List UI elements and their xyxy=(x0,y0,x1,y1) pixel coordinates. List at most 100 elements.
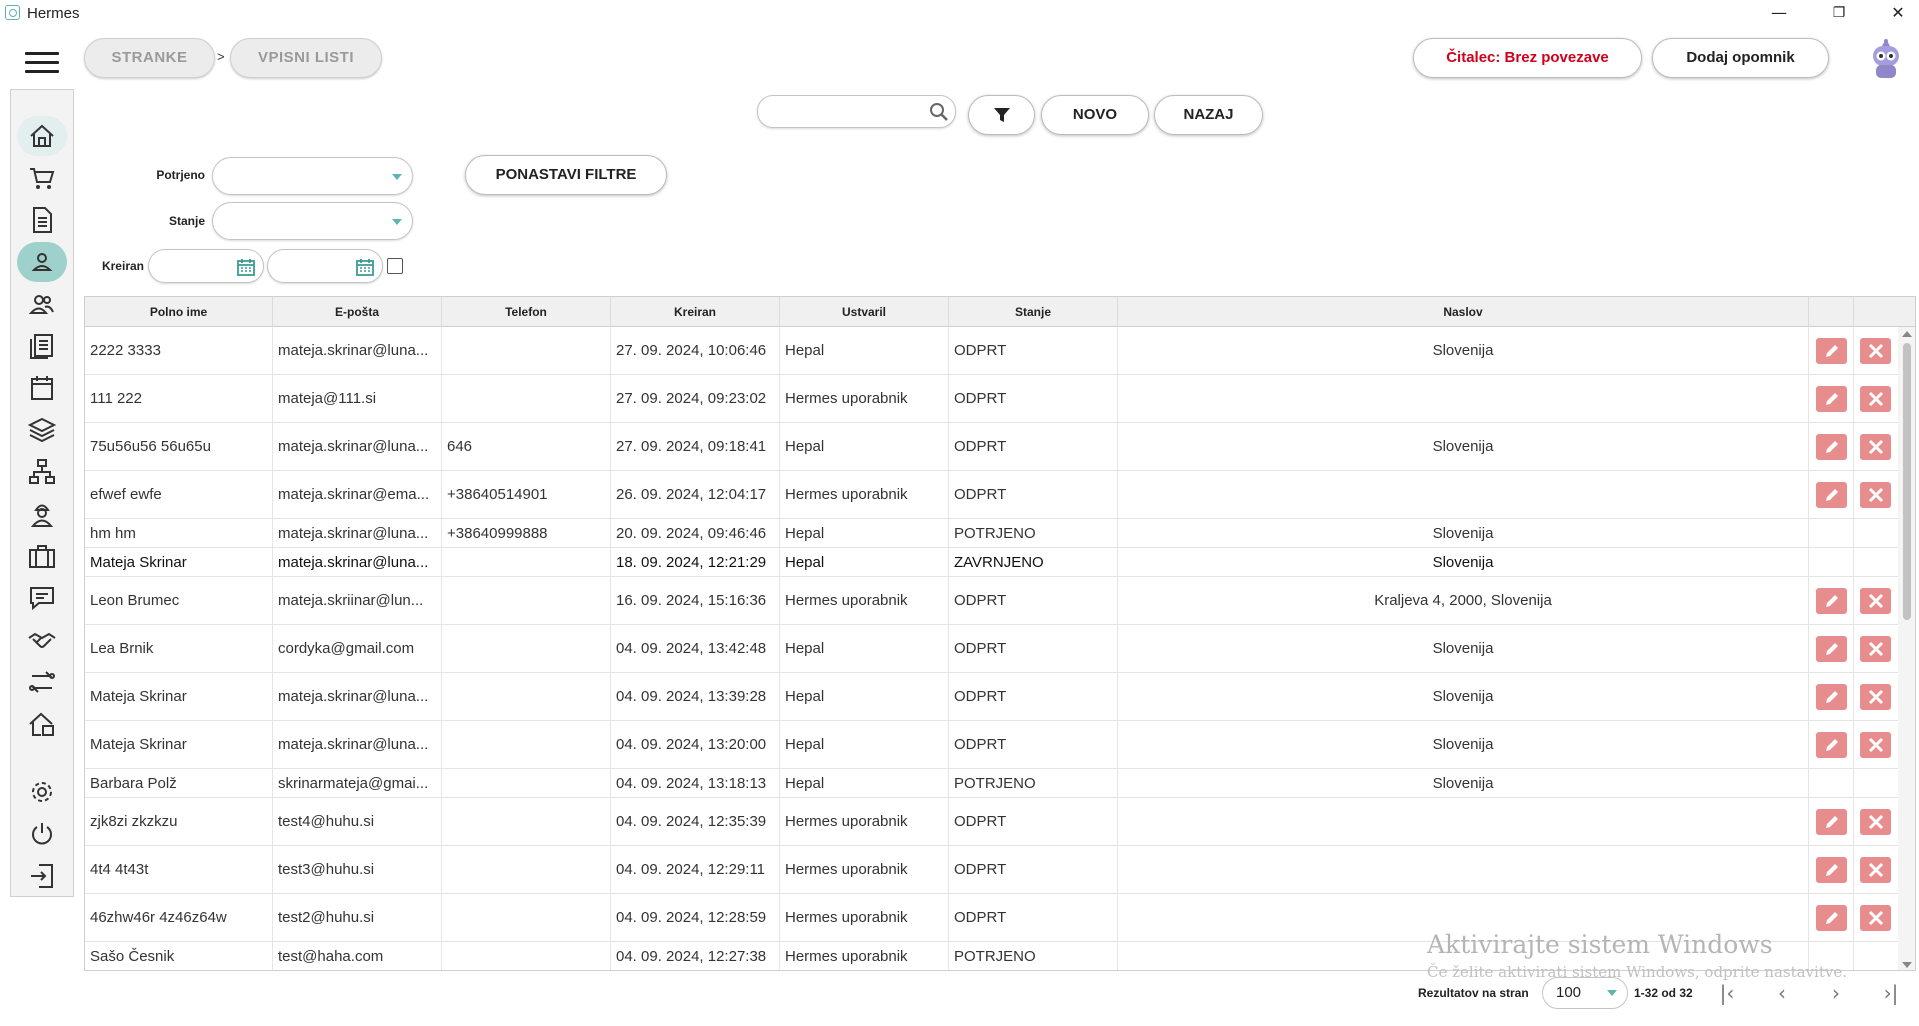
table-row[interactable]: 4t4 4t43t test3@huhu.si 04. 09. 2024, 12:2… xyxy=(85,846,1898,894)
vertical-scrollbar[interactable] xyxy=(1898,327,1915,970)
edit-icon[interactable] xyxy=(1816,482,1847,508)
restore-button[interactable]: ❐ xyxy=(1817,2,1861,24)
new-button[interactable]: NOVO xyxy=(1041,95,1149,135)
edit-icon[interactable] xyxy=(1816,905,1847,931)
table-row[interactable]: Mateja Skrinar mateja.skrinar@luna... 18. … xyxy=(85,548,1898,577)
menu-icon[interactable] xyxy=(25,52,59,74)
house-icon[interactable] xyxy=(17,704,67,744)
reset-filters-button[interactable]: PONASTAVI FILTRE xyxy=(465,155,667,195)
column-created[interactable]: Kreiran xyxy=(611,297,780,327)
table-row[interactable]: Mateja Skrinar mateja.skrinar@luna... 04. … xyxy=(85,721,1898,769)
delete-icon[interactable] xyxy=(1860,636,1891,662)
edit-icon[interactable] xyxy=(1816,809,1847,835)
confirmed-select[interactable] xyxy=(212,157,413,195)
table-row[interactable]: Barbara Polž skrinarmateja@gmai... 04. 09.… xyxy=(85,769,1898,798)
delete-icon[interactable] xyxy=(1860,684,1891,710)
column-phone[interactable]: Telefon xyxy=(442,297,611,327)
table-row[interactable]: 111 222 mateja@111.si 27. 09. 2024, 09:23:… xyxy=(85,375,1898,423)
column-email[interactable]: E-pošta xyxy=(273,297,442,327)
scrollbar-thumb[interactable] xyxy=(1903,343,1911,620)
created-from-date[interactable] xyxy=(148,249,264,283)
cell-address: Slovenija xyxy=(1118,769,1809,797)
table-row[interactable]: 75u56u56 56u65u mateja.skrinar@luna... 646… xyxy=(85,423,1898,471)
hierarchy-icon[interactable] xyxy=(17,452,67,492)
edit-icon[interactable] xyxy=(1816,338,1847,364)
briefcase-icon[interactable] xyxy=(17,536,67,576)
close-button[interactable]: ✕ xyxy=(1876,2,1919,24)
reader-status-button[interactable]: Čitalec: Brez povezave xyxy=(1413,38,1642,78)
cart-icon[interactable] xyxy=(17,158,67,198)
cell-phone xyxy=(442,673,611,720)
edit-icon[interactable] xyxy=(1816,636,1847,662)
calendar-icon[interactable] xyxy=(236,257,256,277)
delete-icon[interactable] xyxy=(1860,482,1891,508)
delete-icon[interactable] xyxy=(1860,732,1891,758)
back-button[interactable]: NAZAJ xyxy=(1154,95,1263,135)
search-input[interactable] xyxy=(757,95,956,128)
logout-icon[interactable] xyxy=(17,856,67,896)
page-size-select[interactable]: 100 xyxy=(1542,977,1628,1009)
edit-icon[interactable] xyxy=(1816,434,1847,460)
gear-icon[interactable] xyxy=(17,772,67,812)
last-page-icon[interactable]: ›| xyxy=(1877,980,1905,1006)
add-reminder-button[interactable]: Dodaj opomnik xyxy=(1652,38,1829,78)
table-row[interactable]: efwef ewfe mateja.skrinar@ema... +38640514… xyxy=(85,471,1898,519)
scroll-up-icon[interactable] xyxy=(1902,331,1912,337)
column-state[interactable]: Stanje xyxy=(949,297,1118,327)
cell-edit xyxy=(1809,769,1854,797)
delete-icon[interactable] xyxy=(1860,434,1891,460)
table-row[interactable]: Lea Brnik cordyka@gmail.com 04. 09. 2024, … xyxy=(85,625,1898,673)
search-icon[interactable] xyxy=(929,102,949,122)
column-created-by[interactable]: Ustvaril xyxy=(780,297,949,327)
state-select[interactable] xyxy=(212,202,413,240)
scroll-down-icon[interactable] xyxy=(1902,962,1912,968)
delete-icon[interactable] xyxy=(1860,338,1891,364)
filter-button[interactable] xyxy=(968,95,1035,135)
cell-created-by: Hepal xyxy=(780,327,949,374)
chevron-down-icon xyxy=(1607,990,1617,996)
avatar[interactable] xyxy=(1867,38,1905,80)
calendar-icon[interactable] xyxy=(355,257,375,277)
minimize-button[interactable]: — xyxy=(1757,2,1801,24)
edit-icon[interactable] xyxy=(1816,857,1847,883)
worker-icon[interactable] xyxy=(17,494,67,534)
column-address[interactable]: Naslov xyxy=(1118,297,1809,327)
table-row[interactable]: Mateja Skrinar mateja.skrinar@luna... 04. … xyxy=(85,673,1898,721)
table-row[interactable]: zjk8zi zkzkzu test4@huhu.si 04. 09. 2024, … xyxy=(85,798,1898,846)
table-row[interactable]: 2222 3333 mateja.skrinar@luna... 27. 09. 2… xyxy=(85,327,1898,375)
chat-icon[interactable] xyxy=(17,578,67,618)
calendar-icon[interactable] xyxy=(17,368,67,408)
delete-icon[interactable] xyxy=(1860,588,1891,614)
edit-icon[interactable] xyxy=(1816,386,1847,412)
person-icon[interactable] xyxy=(17,242,67,282)
next-page-icon[interactable]: › xyxy=(1822,980,1850,1006)
delete-icon[interactable] xyxy=(1860,857,1891,883)
breadcrumb-stranke[interactable]: STRANKE xyxy=(84,38,215,78)
layers-icon[interactable] xyxy=(17,410,67,450)
cell-address: Slovenija xyxy=(1118,673,1809,720)
cell-state: ODPRT xyxy=(949,894,1118,941)
previous-page-icon[interactable]: ‹ xyxy=(1768,980,1796,1006)
transfer-icon[interactable] xyxy=(17,662,67,702)
table-row[interactable]: Leon Brumec mateja.skriinar@lun... 16. 09.… xyxy=(85,577,1898,625)
delete-icon[interactable] xyxy=(1860,386,1891,412)
created-filter-checkbox[interactable] xyxy=(387,258,403,274)
first-page-icon[interactable]: |‹ xyxy=(1713,980,1741,1006)
edit-icon[interactable] xyxy=(1816,588,1847,614)
document-icon[interactable] xyxy=(17,200,67,240)
power-icon[interactable] xyxy=(17,814,67,854)
handshake-icon[interactable] xyxy=(17,620,67,660)
home-icon[interactable] xyxy=(17,116,67,156)
list-icon[interactable] xyxy=(17,326,67,366)
table-row[interactable]: hm hm mateja.skrinar@luna... +38640999888 2… xyxy=(85,519,1898,548)
column-full-name[interactable]: Polno ime xyxy=(85,297,273,327)
delete-icon[interactable] xyxy=(1860,809,1891,835)
delete-icon[interactable] xyxy=(1860,905,1891,931)
created-to-date[interactable] xyxy=(267,249,383,283)
cell-email: mateja.skriinar@lun... xyxy=(273,577,442,624)
breadcrumb-vpisni-listi[interactable]: VPISNI LISTI xyxy=(230,38,382,78)
cell-full-name: 2222 3333 xyxy=(85,327,273,374)
edit-icon[interactable] xyxy=(1816,684,1847,710)
group-icon[interactable] xyxy=(17,284,67,324)
edit-icon[interactable] xyxy=(1816,732,1847,758)
